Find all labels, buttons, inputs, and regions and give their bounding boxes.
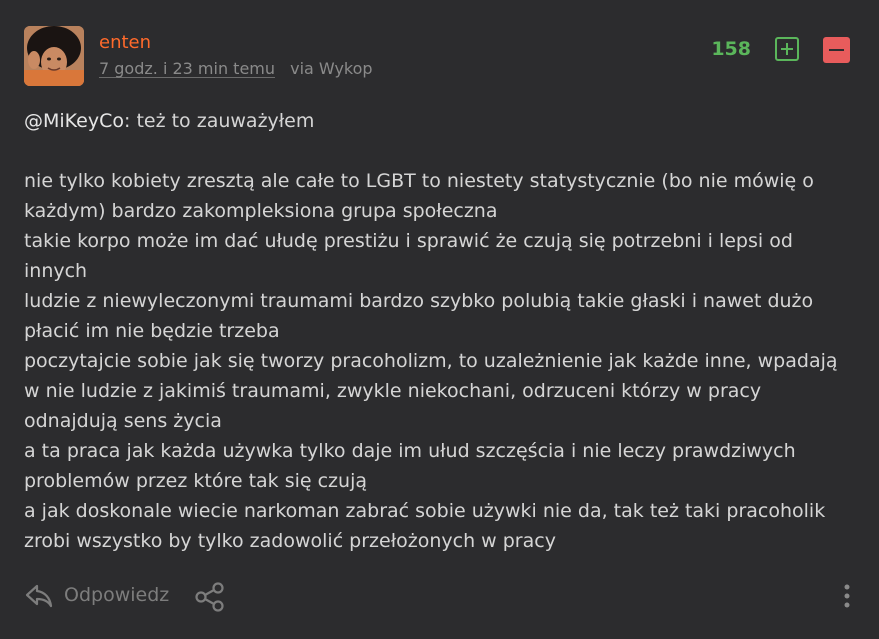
body-paragraph-4: poczytajcie sobie jak się tworzy pracoho… (24, 350, 838, 432)
reply-button[interactable]: Odpowiedz (24, 580, 169, 610)
more-vertical-icon[interactable] (839, 581, 855, 613)
reply-label: Odpowiedz (64, 584, 170, 606)
body-paragraph-3: ludzie z niewyleczonymi traumami bardzo … (24, 290, 814, 342)
body-paragraph-6: a jak doskonale wiecie narkoman zabrać s… (24, 500, 826, 552)
comment-body: @MiKeyCo: też to zauważyłem nie tylko ko… (24, 106, 854, 556)
username-link[interactable]: enten (99, 32, 151, 53)
vote-score: 158 (711, 38, 751, 60)
action-bar: Odpowiedz (24, 580, 864, 612)
share-icon[interactable] (194, 581, 226, 613)
mention-link[interactable]: @MiKeyCo (24, 110, 124, 132)
body-paragraph-2: takie korpo może im dać ułudę prestiżu i… (24, 230, 793, 282)
post-meta: 7 godz. i 23 min temu via Wykop (99, 59, 373, 78)
avatar[interactable] (24, 26, 84, 86)
comment-card: enten 7 godz. i 23 min temu via Wykop 15… (0, 0, 879, 639)
timestamp-link[interactable]: 7 godz. i 23 min temu (99, 59, 275, 78)
reply-arrow-icon (25, 584, 53, 608)
via-source: via Wykop (290, 59, 373, 78)
avatar-image (24, 26, 84, 86)
plus-square-icon[interactable] (775, 37, 799, 61)
body-paragraph-5: a ta praca jak każda używka tylko daje i… (24, 440, 796, 492)
mention-line: @MiKeyCo: też to zauważyłem (24, 106, 854, 136)
mention-text: : też to zauważyłem (124, 110, 315, 132)
minus-square-icon[interactable] (823, 37, 850, 63)
body-paragraph-1: nie tylko kobiety zresztą ale całe to LG… (24, 170, 814, 222)
